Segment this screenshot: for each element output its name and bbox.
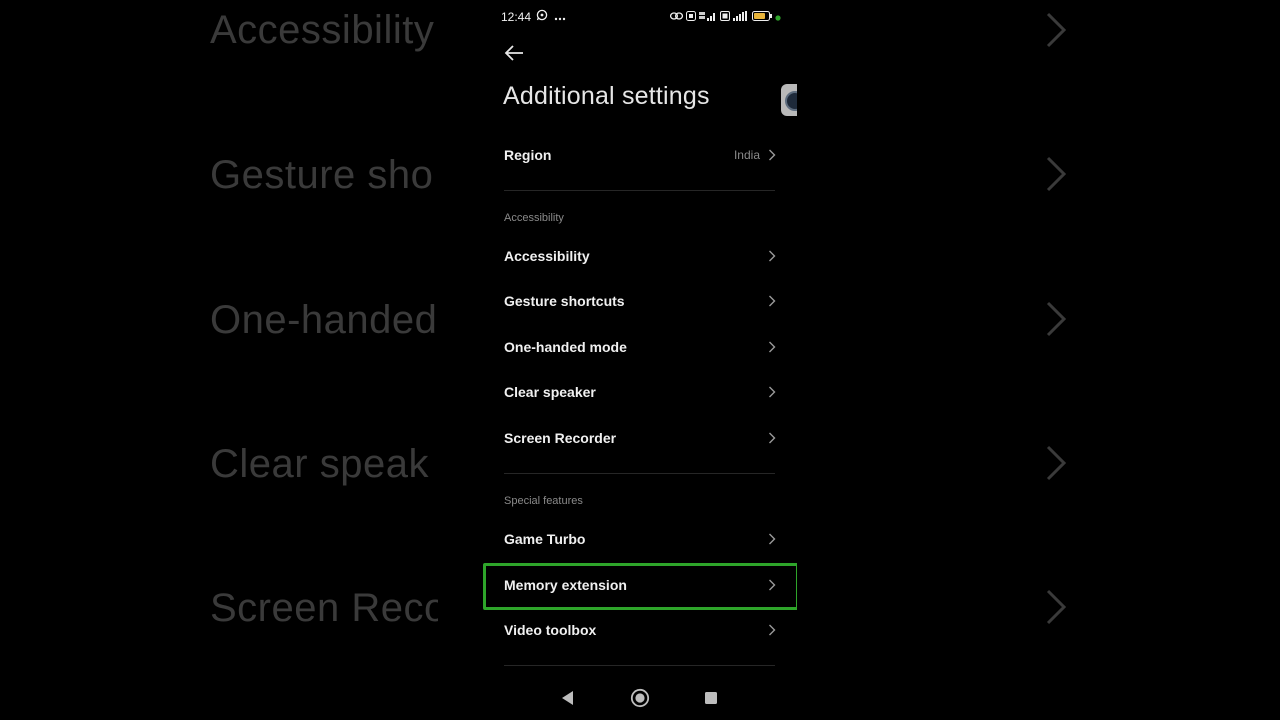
volte-icon [720, 8, 730, 26]
status-time: 12:44 [501, 10, 532, 24]
link-icon [669, 8, 684, 26]
status-right-icons [669, 8, 781, 26]
signal-icon [733, 8, 749, 26]
status-left-icons [536, 8, 566, 26]
setting-label: Clear speaker [504, 384, 596, 400]
chevron-right-icon [769, 295, 776, 307]
setting-value: India [733, 148, 760, 162]
phone-screen: 12:44 Additional settings Region India A… [483, 0, 797, 720]
chevron-right-icon [769, 341, 776, 353]
bg-label: Gesture sho [210, 153, 434, 197]
floating-app-icon[interactable] [781, 84, 797, 116]
nav-home-button[interactable] [630, 688, 650, 713]
triangle-back-icon [562, 691, 573, 705]
setting-row-video-toolbox[interactable]: Video toolbox [504, 608, 776, 652]
nav-back-button[interactable] [561, 690, 575, 711]
setting-label: Region [504, 147, 552, 163]
bg-label: Accessibility [210, 8, 435, 52]
whatsapp-icon [536, 8, 548, 26]
setting-label: Memory extension [504, 577, 627, 593]
setting-row-one-handed-mode[interactable]: One-handed mode [504, 325, 776, 369]
setting-row-gesture-shortcuts[interactable]: Gesture shortcuts [504, 279, 776, 323]
privacy-dot [775, 8, 781, 26]
divider [504, 190, 775, 191]
chevron-right-icon [769, 250, 776, 262]
setting-label: One-handed mode [504, 339, 627, 355]
home-circle-icon [630, 688, 650, 708]
section-header-special-features: Special features [504, 495, 583, 507]
chevron-right-icon [769, 386, 776, 398]
bg-chevron-right-icon [1040, 301, 1070, 337]
setting-label: Video toolbox [504, 622, 597, 638]
setting-label: Gesture shortcuts [504, 293, 625, 309]
data-saver-icon [686, 8, 696, 26]
setting-label: Accessibility [504, 248, 590, 264]
bg-label: One-handed [210, 298, 438, 342]
battery-icon [752, 8, 772, 26]
divider [504, 473, 775, 474]
chevron-right-icon [769, 533, 776, 545]
navigation-bar [483, 680, 797, 720]
status-bar: 12:44 [483, 0, 797, 34]
page-title: Additional settings [503, 82, 710, 110]
bg-label: Screen Reco [210, 586, 438, 630]
setting-label: Game Turbo [504, 531, 586, 547]
setting-row-clear-speaker[interactable]: Clear speaker [504, 370, 776, 414]
nav-recents-button[interactable] [704, 691, 718, 710]
setting-row-accessibility[interactable]: Accessibility [504, 234, 776, 278]
chevron-right-icon [769, 149, 776, 161]
chevron-right-icon [769, 579, 776, 591]
signal-4g-icon [699, 8, 717, 26]
bg-chevron-right-icon [1040, 445, 1070, 481]
bg-chevron-right-icon [1040, 156, 1070, 192]
setting-row-game-turbo[interactable]: Game Turbo [504, 517, 776, 561]
divider [504, 665, 775, 666]
setting-row-region[interactable]: Region India [504, 133, 776, 177]
arrow-left-icon [504, 45, 523, 61]
bg-label: Clear speak [210, 442, 429, 486]
back-button[interactable] [503, 42, 525, 64]
bg-chevron-right-icon [1040, 589, 1070, 625]
bg-chevron-right-icon [1040, 12, 1070, 48]
chevron-right-icon [769, 624, 776, 636]
more-dots-icon [554, 8, 566, 26]
section-header-accessibility: Accessibility [504, 212, 564, 224]
setting-row-screen-recorder[interactable]: Screen Recorder [504, 416, 776, 460]
setting-row-memory-extension[interactable]: Memory extension [504, 563, 776, 607]
setting-label: Screen Recorder [504, 430, 617, 446]
square-recents-icon [705, 692, 717, 704]
chevron-right-icon [769, 432, 776, 444]
